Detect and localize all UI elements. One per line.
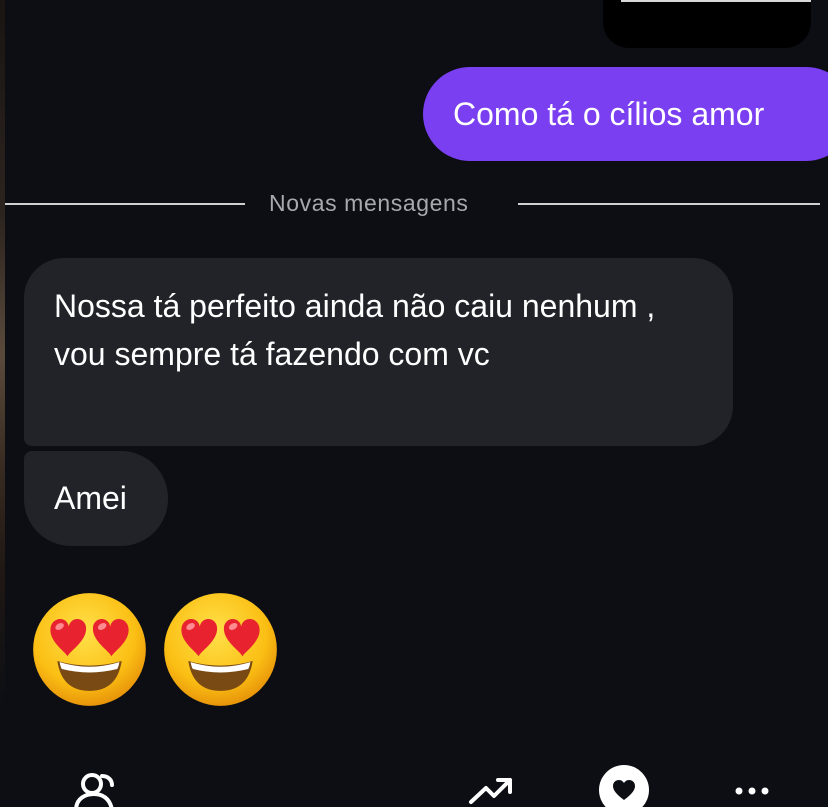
divider-line-right [518,203,820,205]
received-message-bubble[interactable]: Amei [24,451,168,546]
received-message-text: Nossa tá perfeito ainda não caiu nenhum … [54,288,656,372]
emoji-message[interactable] [32,592,278,707]
divider-line-left [5,203,245,205]
trending-icon[interactable] [468,776,516,806]
divider-label: Novas mensagens [269,190,469,216]
received-message-bubble[interactable]: Nossa tá perfeito ainda não caiu nenhum … [24,258,733,446]
heart-eyes-emoji-icon [33,593,146,706]
new-messages-divider: Novas mensagens [0,188,828,220]
received-message-text: Amei [54,480,127,516]
heart-icon[interactable] [598,764,650,807]
sent-message-bubble[interactable]: Como tá o cílios amor [423,67,828,161]
media-progress-bar [621,0,811,2]
people-icon[interactable] [72,770,120,807]
more-icon[interactable] [734,786,770,796]
chat-screen: Como tá o cílios amor Novas mensagens No… [0,0,828,807]
bottom-toolbar [0,740,828,807]
media-message-bubble[interactable] [603,0,811,48]
edge-image-strip [0,0,5,710]
sent-message-text: Como tá o cílios amor [453,95,765,132]
heart-eyes-emoji-icon [164,593,277,706]
